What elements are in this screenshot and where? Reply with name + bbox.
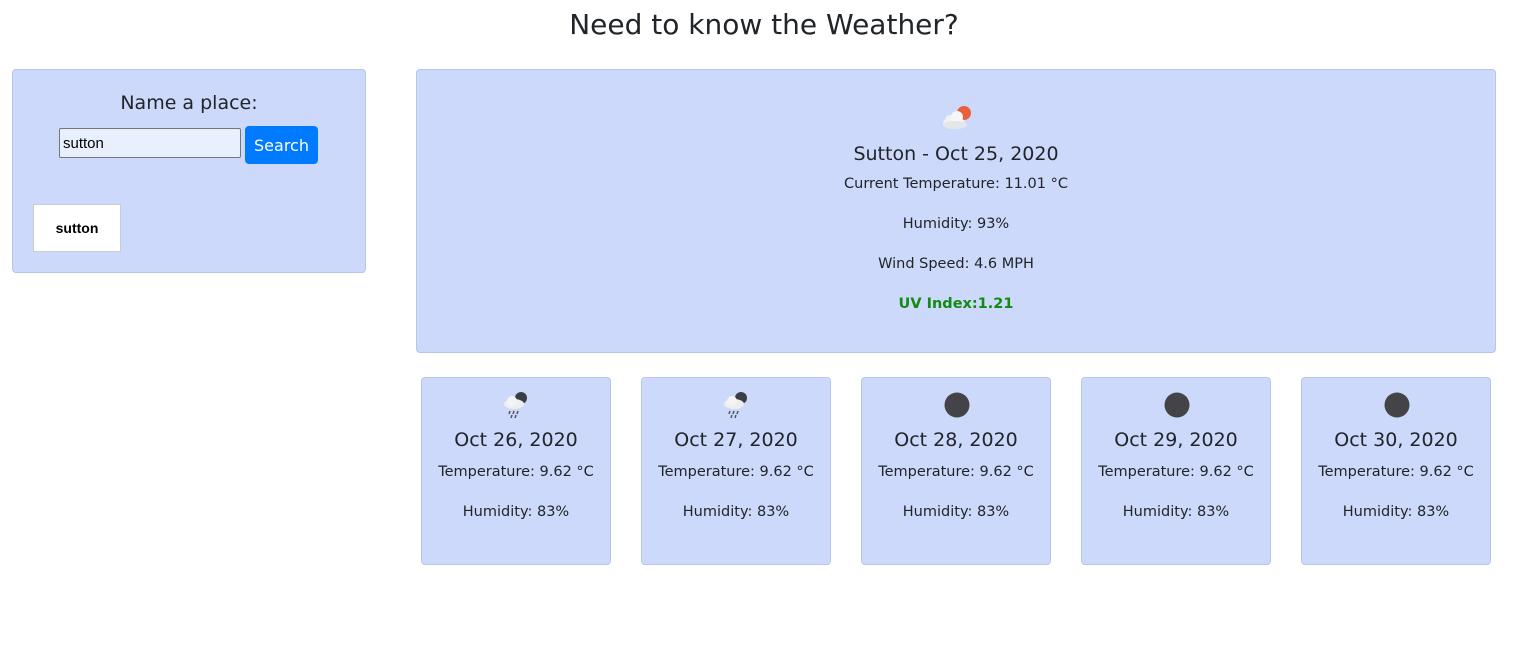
forecast-humidity: Humidity: 83% [1122, 504, 1230, 520]
partly-cloudy-day-icon [943, 106, 971, 129]
dark-circle-icon [944, 392, 970, 418]
current-weather-panel: Sutton - Oct 25, 2020 Current Temperatur… [416, 69, 1496, 353]
search-panel: Name a place: Search sutton [12, 69, 366, 273]
current-uv-index: UV Index:1.21 [898, 296, 1014, 312]
forecast-date: Oct 29, 2020 [1114, 429, 1238, 451]
forecast-card: Oct 28, 2020 Temperature: 9.62 °C Humidi… [861, 377, 1051, 565]
forecast-date: Oct 27, 2020 [674, 429, 798, 451]
forecast-temperature: Temperature: 9.62 °C [1318, 464, 1474, 480]
page-title: Need to know the Weather? [569, 8, 959, 41]
forecast-temperature: Temperature: 9.62 °C [658, 464, 814, 480]
current-city-date: Sutton - Oct 25, 2020 [853, 143, 1059, 165]
history-item-sutton[interactable]: sutton [33, 204, 121, 252]
search-input[interactable] [59, 128, 241, 158]
forecast-card: Oct 30, 2020 Temperature: 9.62 °C Humidi… [1301, 377, 1491, 565]
forecast-date: Oct 28, 2020 [894, 429, 1018, 451]
forecast-card: Oct 29, 2020 Temperature: 9.62 °C Humidi… [1081, 377, 1271, 565]
dark-circle-icon [1164, 392, 1190, 418]
current-temperature: Current Temperature: 11.01 °C [844, 176, 1068, 192]
forecast-humidity: Humidity: 83% [462, 504, 570, 520]
forecast-card: Oct 27, 2020 Temperature: 9.62 °C Humidi… [641, 377, 831, 565]
rain-cloud-icon [724, 392, 747, 419]
current-wind-speed: Wind Speed: 4.6 MPH [878, 256, 1034, 272]
search-heading: Name a place: [120, 92, 258, 114]
dark-circle-icon [1384, 392, 1410, 418]
rain-cloud-icon [504, 392, 527, 419]
forecast-date: Oct 26, 2020 [454, 429, 578, 451]
current-humidity: Humidity: 93% [902, 216, 1010, 232]
forecast-humidity: Humidity: 83% [682, 504, 790, 520]
forecast-humidity: Humidity: 83% [1342, 504, 1450, 520]
forecast-temperature: Temperature: 9.62 °C [438, 464, 594, 480]
search-button[interactable]: Search [245, 126, 318, 164]
forecast-temperature: Temperature: 9.62 °C [1098, 464, 1254, 480]
forecast-temperature: Temperature: 9.62 °C [878, 464, 1034, 480]
forecast-humidity: Humidity: 83% [902, 504, 1010, 520]
forecast-card: Oct 26, 2020 Temperature: 9.62 °C Humidi… [421, 377, 611, 565]
forecast-date: Oct 30, 2020 [1334, 429, 1458, 451]
